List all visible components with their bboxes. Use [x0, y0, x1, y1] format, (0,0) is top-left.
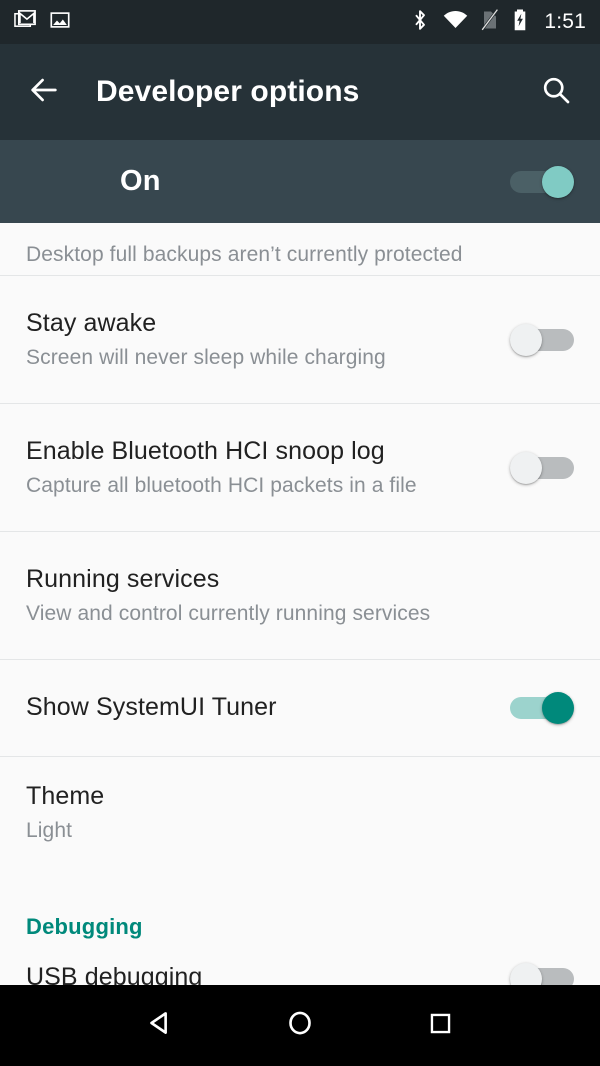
row-texts: Running services View and control curren…: [26, 564, 574, 628]
list-item-summary: Capture all bluetooth HCI packets in a f…: [26, 473, 417, 497]
wifi-icon: [443, 8, 468, 37]
switch-thumb: [542, 165, 574, 198]
list-item-summary: Desktop full backups aren’t currently pr…: [26, 242, 463, 266]
back-button[interactable]: [20, 68, 68, 116]
search-icon: [540, 74, 572, 111]
usb-debugging-switch[interactable]: [510, 962, 574, 985]
master-switch-toggle[interactable]: [510, 165, 574, 199]
switch-thumb: [542, 692, 574, 724]
list-item-title: Stay awake: [26, 308, 157, 337]
row-texts: Desktop full backups aren’t currently pr…: [26, 241, 574, 268]
list-item-summary: Screen will never sleep while charging: [26, 345, 386, 369]
bluetooth-icon: [410, 8, 430, 37]
stay-awake-switch[interactable]: [510, 323, 574, 357]
list-item-clipped-top[interactable]: Desktop full backups aren’t currently pr…: [0, 223, 600, 275]
toolbar: Developer options: [0, 44, 600, 140]
list-item-usb-debugging[interactable]: USB debugging: [0, 950, 600, 985]
row-texts: Enable Bluetooth HCI snoop log Capture a…: [26, 436, 510, 500]
list-item-title: USB debugging: [26, 963, 203, 985]
list-item-summary: View and control currently running servi…: [26, 601, 431, 625]
list-item-title: Running services: [26, 564, 220, 593]
show-systemui-tuner-switch[interactable]: [510, 691, 574, 725]
nav-back-button[interactable]: [130, 996, 190, 1056]
section-header-debugging: Debugging: [0, 878, 600, 950]
status-bar-right-icons: 1:51: [410, 8, 586, 37]
switch-thumb: [510, 963, 542, 985]
row-texts: Stay awake Screen will never sleep while…: [26, 308, 510, 372]
switch-thumb: [510, 323, 542, 356]
settings-list[interactable]: Desktop full backups aren’t currently pr…: [0, 223, 600, 985]
list-item-title: Show SystemUI Tuner: [26, 693, 277, 722]
nav-home-button[interactable]: [270, 996, 330, 1056]
search-button[interactable]: [532, 68, 580, 116]
developer-options-master-switch-row[interactable]: On: [0, 140, 600, 223]
circle-home-icon: [285, 1008, 315, 1043]
master-switch-label: On: [120, 165, 161, 197]
page-title: Developer options: [96, 75, 360, 108]
switch-thumb: [510, 451, 542, 484]
list-item-stay-awake[interactable]: Stay awake Screen will never sleep while…: [0, 276, 600, 403]
list-item-title: Theme: [26, 782, 105, 810]
no-sim-icon: [481, 8, 499, 37]
section-header-label: Debugging: [26, 914, 143, 939]
battery-charging-icon: [512, 8, 528, 37]
status-bar-left-icons: [14, 8, 71, 36]
nav-recents-button[interactable]: [410, 996, 470, 1056]
screenshot-image-icon: [49, 9, 71, 36]
row-texts: Show SystemUI Tuner: [26, 692, 510, 723]
list-item-title: Enable Bluetooth HCI snoop log: [26, 436, 385, 465]
arrow-back-icon: [27, 73, 61, 112]
navigation-bar: [0, 985, 600, 1066]
status-bar-clock: 1:51: [544, 10, 586, 33]
gmail-icon: [14, 8, 37, 36]
list-item-show-systemui-tuner[interactable]: Show SystemUI Tuner: [0, 660, 600, 756]
row-texts: Theme Light: [26, 781, 574, 845]
list-item-summary: Light: [26, 819, 73, 843]
list-item-bluetooth-hci-snoop-log[interactable]: Enable Bluetooth HCI snoop log Capture a…: [0, 404, 600, 531]
list-item-running-services[interactable]: Running services View and control curren…: [0, 532, 600, 659]
status-bar: 1:51: [0, 0, 600, 44]
row-texts: USB debugging: [26, 962, 510, 985]
list-item-theme[interactable]: Theme Light: [0, 757, 600, 878]
bluetooth-hci-snoop-log-switch[interactable]: [510, 451, 574, 485]
square-recents-icon: [427, 1010, 454, 1042]
triangle-back-icon: [145, 1008, 175, 1043]
